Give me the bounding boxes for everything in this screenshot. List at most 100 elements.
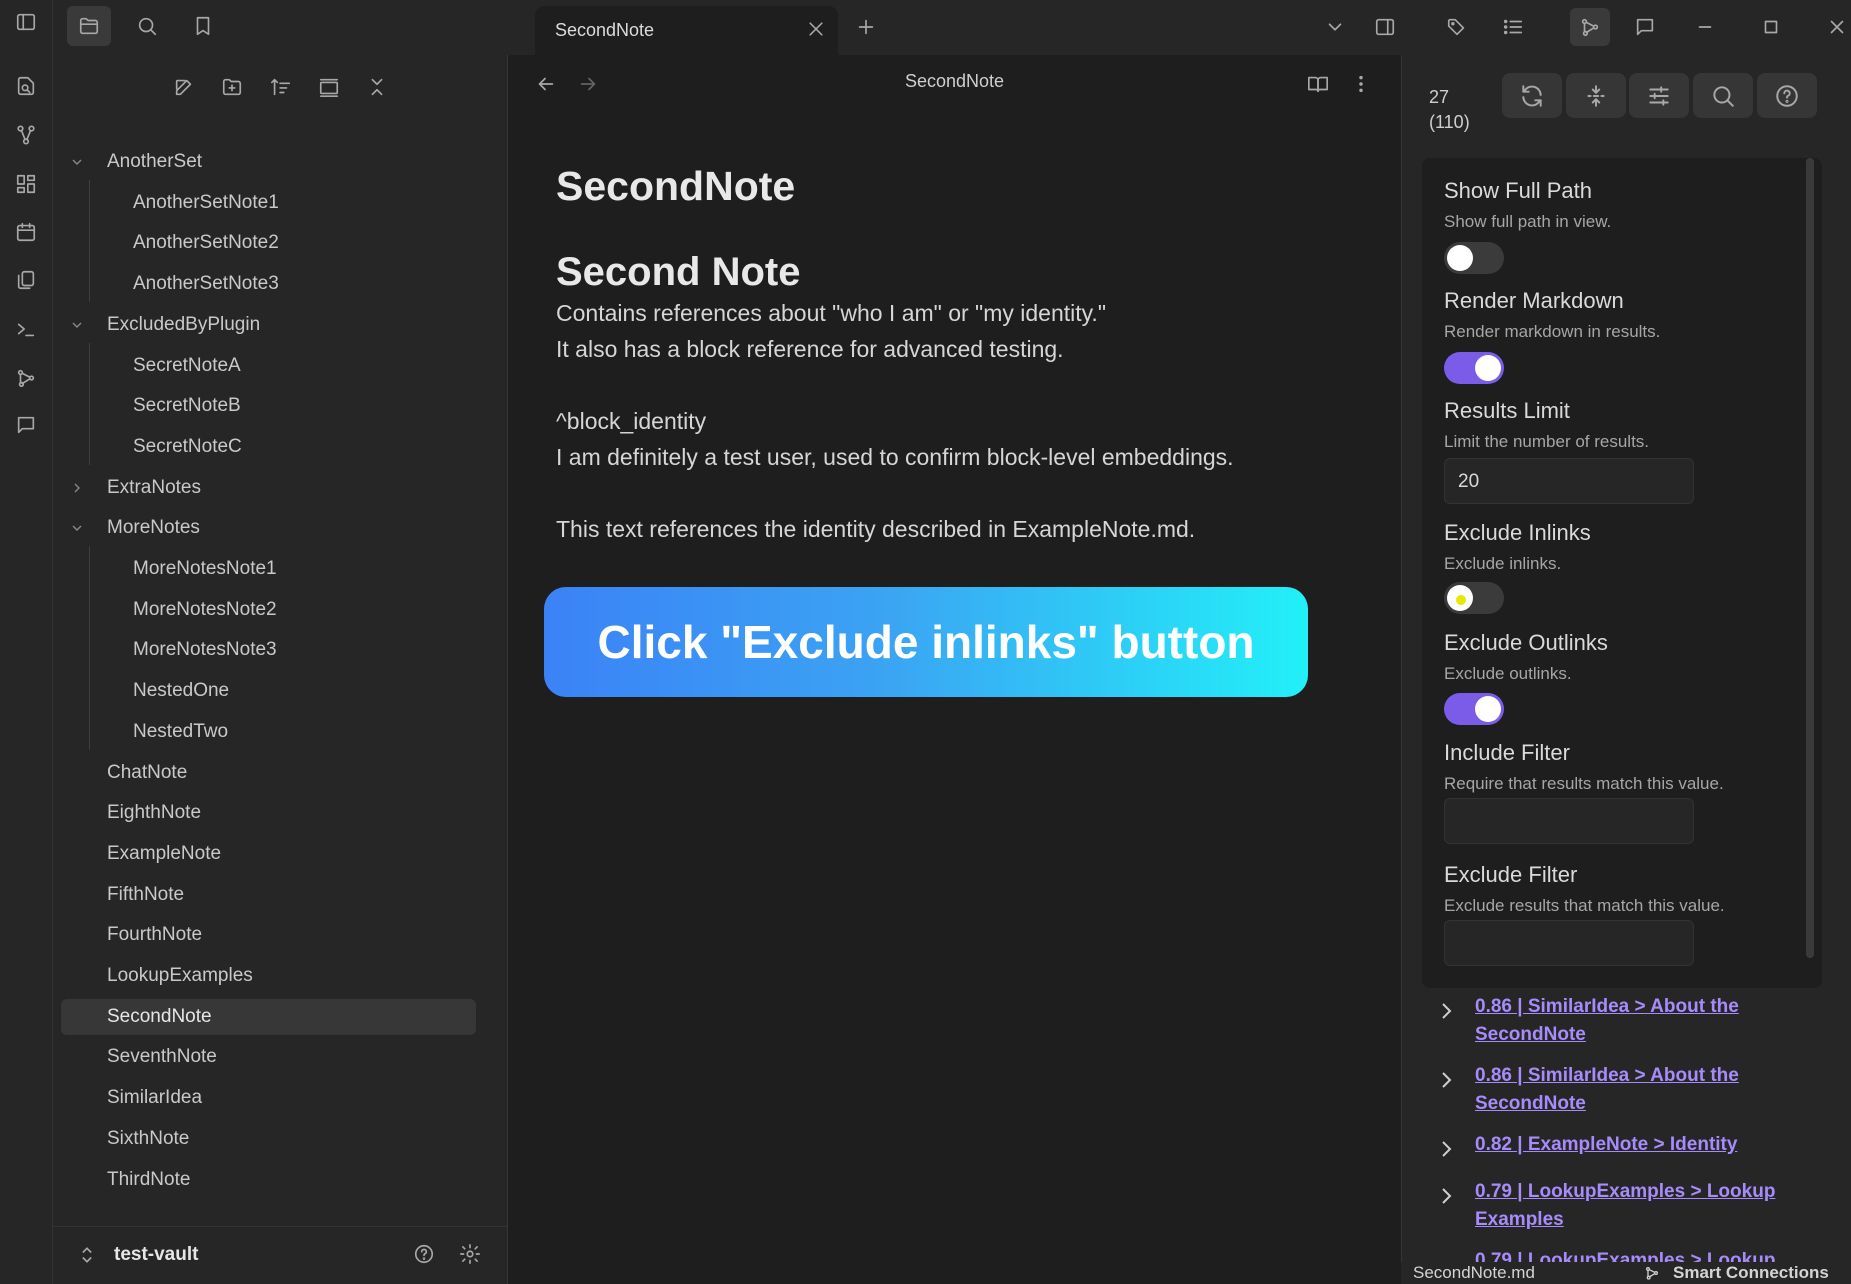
tree-file[interactable]: FourthNote xyxy=(107,917,202,953)
status-plugin-name[interactable]: Smart Connections xyxy=(1673,1263,1829,1283)
setting-results-limit: Results Limit Limit the number of result… xyxy=(1444,398,1649,452)
templates-icon[interactable] xyxy=(8,262,44,298)
chevron-right-icon[interactable] xyxy=(1434,999,1458,1023)
tree-file[interactable]: SixthNote xyxy=(107,1121,189,1157)
exclude-outlinks-toggle[interactable] xyxy=(1444,693,1504,725)
canvas-icon[interactable] xyxy=(8,166,44,202)
toggle-knob xyxy=(1475,696,1501,722)
chevron-right-icon[interactable] xyxy=(1434,1137,1458,1161)
exclude-filter-input[interactable] xyxy=(1444,920,1694,966)
tree-file[interactable]: ChatNote xyxy=(107,755,187,791)
new-tab-icon[interactable] xyxy=(846,8,886,46)
tags-icon[interactable] xyxy=(1437,8,1477,46)
tree-file[interactable]: SecretNoteC xyxy=(133,429,242,465)
more-options-icon[interactable] xyxy=(1344,67,1378,101)
tree-file[interactable]: SeventhNote xyxy=(107,1039,217,1075)
smart-connections-icon[interactable] xyxy=(8,360,44,396)
tree-file[interactable]: EighthNote xyxy=(107,795,201,831)
settings-sliders-icon[interactable] xyxy=(1629,73,1689,118)
vault-switcher-icon[interactable] xyxy=(77,1245,97,1265)
tree-folder[interactable]: MoreNotes xyxy=(72,510,200,546)
refresh-icon[interactable] xyxy=(1502,73,1562,118)
render-markdown-toggle[interactable] xyxy=(1444,352,1504,384)
chat-icon[interactable] xyxy=(8,407,44,443)
tree-file[interactable]: MoreNotesNote1 xyxy=(133,551,277,587)
command-palette-icon[interactable] xyxy=(8,311,44,347)
open-quick-switcher-icon[interactable] xyxy=(8,68,44,104)
smart-connections-status-icon[interactable] xyxy=(1644,1265,1660,1281)
tree-file[interactable]: AnotherSetNote3 xyxy=(133,266,279,302)
fold-toggle-icon[interactable] xyxy=(1566,73,1626,118)
new-note-icon[interactable] xyxy=(164,69,204,105)
vault-name[interactable]: test-vault xyxy=(114,1244,198,1266)
chat-view-icon[interactable] xyxy=(1625,8,1665,46)
status-bar: SecondNote.md Smart Connections xyxy=(1401,1262,1851,1284)
collapse-all-icon[interactable] xyxy=(357,69,397,105)
settings-scrollbar[interactable] xyxy=(1806,158,1814,958)
include-filter-input[interactable] xyxy=(1444,798,1694,844)
smart-connections-view-icon[interactable] xyxy=(1570,8,1610,46)
help-question-icon[interactable] xyxy=(1757,73,1817,118)
results-limit-input[interactable]: 20 xyxy=(1444,458,1694,504)
new-folder-icon[interactable] xyxy=(212,69,252,105)
tree-folder[interactable]: ExtraNotes xyxy=(74,470,201,506)
tab-secondnote[interactable]: SecondNote xyxy=(535,6,838,55)
tree-file[interactable]: AnotherSetNote2 xyxy=(133,225,279,261)
tree-indent-guide xyxy=(89,342,90,465)
tree-file[interactable]: SecretNoteB xyxy=(133,388,241,424)
tree-file[interactable]: ExampleNote xyxy=(107,836,221,872)
tree-file[interactable]: SimilarIdea xyxy=(107,1080,202,1116)
maximize-window-icon[interactable] xyxy=(1751,8,1791,46)
tree-file[interactable]: LookupExamples xyxy=(107,958,253,994)
tab-list-chevron-down-icon[interactable] xyxy=(1315,8,1355,46)
tree-file[interactable]: MoreNotesNote2 xyxy=(133,592,277,628)
setting-exclude-outlinks: Exclude Outlinks Exclude outlinks. xyxy=(1444,630,1608,684)
close-window-icon[interactable] xyxy=(1817,8,1851,46)
tree-file[interactable]: NestedOne xyxy=(133,673,229,709)
result-link[interactable]: 0.86 | SimilarIdea > About the SecondNot… xyxy=(1475,993,1805,1049)
tree-file[interactable]: MoreNotesNote3 xyxy=(133,632,277,668)
daily-note-icon[interactable] xyxy=(8,214,44,250)
note-content[interactable]: SecondNote Second Note Contains referenc… xyxy=(556,163,1356,547)
chevron-right-icon[interactable] xyxy=(1434,1068,1458,1092)
tree-file[interactable]: NestedTwo xyxy=(133,714,228,750)
outline-icon[interactable] xyxy=(1493,8,1533,46)
search-icon[interactable] xyxy=(125,6,169,46)
chevron-right-icon[interactable] xyxy=(1434,1184,1458,1208)
close-tab-icon[interactable] xyxy=(806,19,826,39)
result-link[interactable]: 0.86 | SimilarIdea > About the SecondNot… xyxy=(1475,1062,1805,1118)
graph-view-icon[interactable] xyxy=(8,117,44,153)
tree-file[interactable]: SecondNote xyxy=(61,998,476,1035)
note-heading: Second Note xyxy=(556,250,801,294)
tree-file[interactable]: SecretNoteA xyxy=(133,348,241,384)
reading-view-book-icon[interactable] xyxy=(1301,67,1335,101)
chevron-down-icon[interactable] xyxy=(69,520,85,536)
result-link[interactable]: 0.79 | LookupExamples > Lookup Examples xyxy=(1475,1178,1805,1234)
tree-file[interactable]: ThirdNote xyxy=(107,1162,190,1198)
files-tab-icon[interactable] xyxy=(67,6,111,46)
settings-gear-icon[interactable] xyxy=(459,1243,481,1265)
tree-file[interactable]: FifthNote xyxy=(107,877,184,913)
setting-exclude-filter: Exclude Filter Exclude results that matc… xyxy=(1444,862,1725,916)
chevron-down-icon[interactable] xyxy=(69,154,85,170)
search-connections-icon[interactable] xyxy=(1693,73,1753,118)
help-icon[interactable] xyxy=(413,1243,435,1265)
tree-folder[interactable]: AnotherSet xyxy=(72,144,202,180)
exclude-inlinks-toggle[interactable] xyxy=(1444,582,1504,614)
minimize-window-icon[interactable] xyxy=(1685,8,1725,46)
right-sidebar-toggle-icon[interactable] xyxy=(1365,8,1405,46)
view-title[interactable]: SecondNote xyxy=(508,71,1401,92)
setting-name: Render Markdown xyxy=(1444,288,1624,313)
result-link[interactable]: 0.82 | ExampleNote > Identity xyxy=(1475,1131,1805,1159)
setting-description: Exclude results that match this value. xyxy=(1444,896,1725,915)
sort-order-icon[interactable] xyxy=(261,69,301,105)
chevron-down-icon[interactable] xyxy=(69,317,85,333)
tree-file[interactable]: AnotherSetNote1 xyxy=(133,185,279,221)
chevron-right-icon[interactable] xyxy=(69,480,85,496)
inline-title[interactable]: SecondNote xyxy=(556,163,1356,210)
sidebar-toggle-icon[interactable] xyxy=(8,4,44,40)
auto-reveal-icon[interactable] xyxy=(309,69,349,105)
tree-folder[interactable]: ExcludedByPlugin xyxy=(72,307,260,343)
bookmarks-icon[interactable] xyxy=(181,6,225,46)
show-full-path-toggle[interactable] xyxy=(1444,242,1504,274)
